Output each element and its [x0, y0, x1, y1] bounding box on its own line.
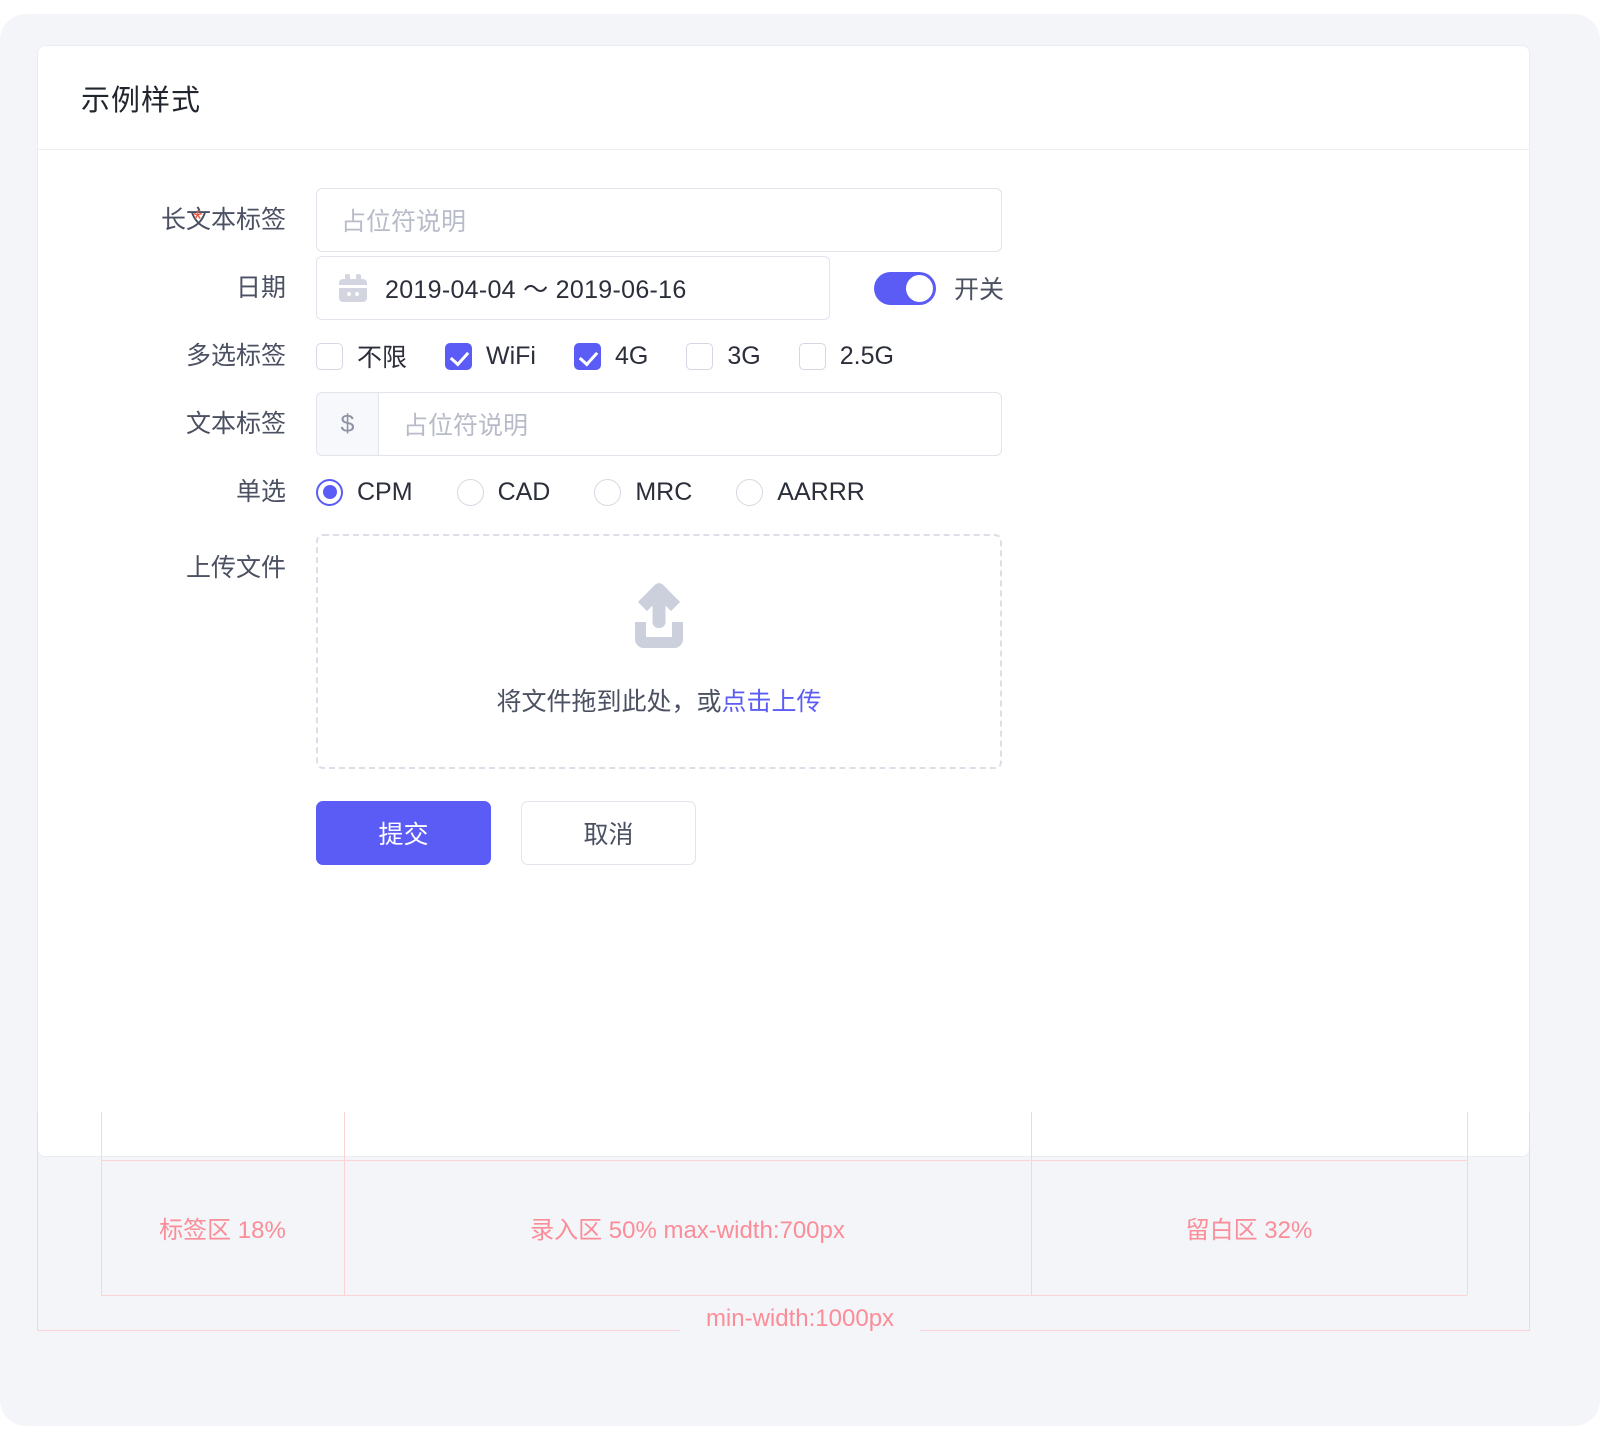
checkbox-label: 4G	[615, 341, 649, 370]
radio-button[interactable]	[594, 478, 622, 506]
radio-label: MRC	[635, 477, 693, 506]
checkbox-item-wifi[interactable]: WiFi	[445, 342, 536, 371]
checkbox-label: WiFi	[486, 341, 536, 370]
form-row-text-addon: 文本标签 $ 占位符说明	[38, 390, 1529, 458]
form-body: * 长文本标签 占位符说明 日期 2019-04-04 ～ 2019-06-16…	[38, 150, 1529, 867]
form-row-long-text: * 长文本标签 占位符说明	[38, 186, 1529, 254]
switch-group: 开关	[874, 270, 1004, 306]
form-row-date: 日期 2019-04-04 ～ 2019-06-16 开关	[38, 254, 1529, 322]
radio-item-cpm[interactable]: CPM	[316, 478, 413, 507]
calendar-icon	[339, 274, 367, 302]
form-label-upload: 上传文件	[185, 554, 286, 582]
form-label-text-addon: 文本标签	[185, 410, 286, 438]
form-label-radio: 单选	[235, 478, 286, 506]
checkbox-box[interactable]	[798, 342, 826, 370]
checkbox-group: 不限 WiFi 4G 3G 2.5G	[316, 338, 894, 374]
currency-placeholder: 占位符说明	[403, 412, 529, 440]
upload-hint-prefix: 将文件拖到此处，或	[496, 687, 722, 716]
date-range-input[interactable]: 2019-04-04 ～ 2019-06-16	[316, 256, 830, 320]
form-control-long-text: 占位符说明	[316, 186, 1529, 254]
upload-icon	[629, 580, 689, 648]
checkbox-label: 3G	[727, 341, 761, 370]
example-card: 示例样式 * 长文本标签 占位符说明 日期 2019-04-04 ～ 2019-…	[37, 45, 1530, 1157]
form-label-checkbox: 多选标签	[185, 342, 286, 370]
checkbox-label: 不限	[357, 344, 408, 372]
upload-hint: 将文件拖到此处，或点击上传	[496, 682, 821, 718]
page-title: 示例样式	[81, 84, 202, 117]
form-label-text: 长文本标签	[160, 206, 286, 234]
switch-label: 开关	[954, 276, 1005, 304]
form-control-text-addon: $ 占位符说明	[316, 390, 1529, 458]
checkbox-item-3g[interactable]: 3G	[686, 341, 761, 371]
long-text-input[interactable]: 占位符说明	[316, 188, 1002, 252]
radio-item-mrc[interactable]: MRC	[594, 478, 692, 507]
checkbox-item-4g[interactable]: 4G	[574, 342, 648, 371]
currency-input-group: $ 占位符说明	[316, 392, 1002, 456]
long-text-placeholder: 占位符说明	[341, 208, 467, 236]
form-row-radio: 单选 CPM CAD MRC AARRR	[38, 458, 1529, 526]
form-label-date: 日期	[235, 274, 286, 302]
radio-label: CPM	[357, 477, 413, 506]
toggle-switch[interactable]	[874, 271, 936, 305]
radio-item-cad[interactable]: CAD	[456, 477, 551, 507]
toggle-knob	[906, 274, 933, 302]
form-row-checkbox: 多选标签 不限 WiFi 4G 3G 2.5G	[38, 322, 1529, 390]
form-control-date: 2019-04-04 ～ 2019-06-16 开关	[316, 254, 1529, 322]
radio-label: CAD	[497, 477, 551, 506]
submit-button[interactable]: 提交	[316, 801, 491, 865]
radio-label: AARRR	[777, 477, 865, 506]
form-row-actions: 提交 取消	[38, 799, 1529, 867]
button-row: 提交 取消	[316, 801, 696, 865]
date-range-value: 2019-04-04 ～ 2019-06-16	[385, 276, 687, 304]
currency-input[interactable]: 占位符说明	[379, 393, 1001, 455]
radio-button[interactable]	[456, 478, 484, 506]
card-header: 示例样式	[38, 46, 1529, 150]
form-control-upload: 将文件拖到此处，或点击上传	[316, 534, 1529, 769]
checkbox-box[interactable]	[574, 342, 601, 370]
form-control-checkbox: 不限 WiFi 4G 3G 2.5G	[316, 322, 1529, 390]
radio-item-aarrr[interactable]: AARRR	[736, 478, 865, 507]
upload-dropzone[interactable]: 将文件拖到此处，或点击上传	[316, 534, 1002, 769]
checkbox-box[interactable]	[316, 342, 343, 370]
checkbox-box[interactable]	[445, 342, 473, 370]
form-control-radio: CPM CAD MRC AARRR	[316, 458, 1529, 526]
checkbox-box[interactable]	[686, 342, 714, 370]
cancel-button[interactable]: 取消	[521, 801, 696, 865]
currency-prefix-addon: $	[317, 393, 379, 455]
upload-click-link[interactable]: 点击上传	[722, 688, 822, 716]
radio-group: CPM CAD MRC AARRR	[316, 478, 865, 507]
form-actions: 提交 取消	[316, 799, 1529, 867]
checkbox-item-buxian[interactable]: 不限	[316, 338, 407, 374]
form-row-upload: 上传文件 将文件拖到此处，或点击上传	[38, 534, 1529, 769]
checkbox-item-25g[interactable]: 2.5G	[798, 341, 894, 371]
form-label-long-text: * 长文本标签	[38, 186, 316, 254]
radio-button[interactable]	[316, 478, 343, 506]
required-asterisk: *	[193, 206, 203, 233]
checkbox-label: 2.5G	[839, 341, 894, 370]
radio-button[interactable]	[736, 478, 764, 506]
